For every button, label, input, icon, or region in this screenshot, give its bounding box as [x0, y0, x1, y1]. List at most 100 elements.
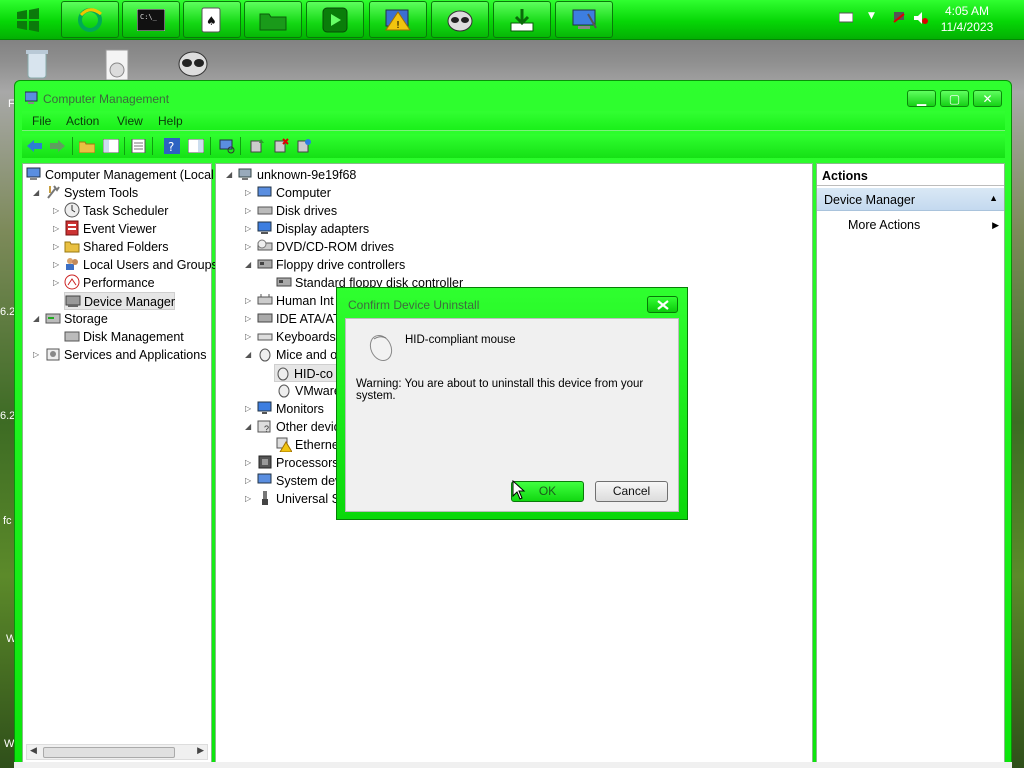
collapse-arrow-icon[interactable]: ◢: [245, 346, 253, 364]
menu-view[interactable]: View: [117, 114, 143, 128]
expand-arrow-icon[interactable]: ▷: [245, 238, 253, 256]
update-driver-button[interactable]: [248, 137, 266, 155]
tree-item-local-users[interactable]: Local Users and Groups: [64, 256, 218, 274]
device-host-node[interactable]: unknown-9e19f68: [238, 166, 356, 184]
actions-section-device-manager[interactable]: Device Manager ▲: [817, 188, 1004, 211]
tree-item-device-manager[interactable]: Device Manager: [64, 292, 175, 310]
back-button[interactable]: [26, 137, 44, 155]
up-folder-button[interactable]: [78, 137, 96, 155]
minimize-button[interactable]: ▁: [907, 90, 936, 107]
device-category-system-devices[interactable]: System dev: [257, 472, 341, 490]
device-category-keyboards[interactable]: Keyboards: [257, 328, 336, 346]
menu-file[interactable]: File: [32, 114, 51, 128]
tree-item-storage[interactable]: Storage: [45, 310, 108, 328]
expand-arrow-icon[interactable]: ▷: [53, 238, 61, 256]
expand-arrow-icon[interactable]: ▷: [245, 202, 253, 220]
device-category-other[interactable]: ? Other devic: [257, 418, 340, 436]
device-category-processors[interactable]: Processors: [257, 454, 339, 472]
tree-item-services-apps[interactable]: Services and Applications: [45, 346, 206, 364]
device-category-human-interface[interactable]: Human Int: [257, 292, 334, 310]
scroll-thumb[interactable]: [43, 747, 175, 758]
expand-arrow-icon[interactable]: ▷: [245, 310, 253, 328]
network-icon[interactable]: [892, 12, 906, 24]
device-category-dvd[interactable]: DVD/CD-ROM drives: [257, 238, 394, 256]
device-vmware-mouse[interactable]: VMware: [276, 382, 341, 400]
device-category-display-adapters[interactable]: Display adapters: [257, 220, 369, 238]
tree-item-task-scheduler[interactable]: Task Scheduler: [64, 202, 168, 220]
dialog-close-button[interactable]: [647, 296, 678, 313]
ie-icon: [78, 7, 102, 32]
collapse-arrow-icon[interactable]: ◢: [33, 310, 41, 328]
expand-arrow-icon[interactable]: ▷: [53, 220, 61, 238]
show-hide-action-pane-button[interactable]: [187, 137, 205, 155]
collapse-arrow-icon[interactable]: ◢: [245, 256, 253, 274]
enable-device-button[interactable]: [295, 137, 313, 155]
device-category-floppy-controllers[interactable]: Floppy drive controllers: [257, 256, 405, 274]
expand-arrow-icon[interactable]: ▷: [245, 454, 253, 472]
recycle-bin-icon[interactable]: [20, 48, 54, 82]
cd-file-icon[interactable]: [100, 48, 134, 82]
device-category-computer[interactable]: Computer: [257, 184, 331, 202]
tree-item-event-viewer[interactable]: Event Viewer: [64, 220, 156, 238]
device-category-mice[interactable]: Mice and o: [257, 346, 337, 364]
forward-button[interactable]: [48, 137, 66, 155]
taskbar-download-button[interactable]: [493, 1, 551, 38]
cancel-button[interactable]: Cancel: [595, 481, 668, 502]
device-ethernet[interactable]: Etherne: [276, 436, 339, 454]
taskbar-update-button[interactable]: !: [369, 1, 427, 38]
tree-item-computer-management[interactable]: Computer Management (Local: [26, 166, 214, 184]
expand-arrow-icon[interactable]: ▷: [53, 256, 61, 274]
expand-arrow-icon[interactable]: ▷: [53, 274, 61, 292]
device-hid-mouse[interactable]: HID-co: [274, 364, 344, 382]
collapse-up-icon[interactable]: ▲: [989, 193, 998, 203]
tree-item-system-tools[interactable]: System Tools: [45, 184, 138, 202]
maximize-button[interactable]: ▢: [940, 90, 969, 107]
device-category-disk-drives[interactable]: Disk drives: [257, 202, 337, 220]
taskbar-raccoon-button[interactable]: [431, 1, 489, 38]
tree-item-shared-folders[interactable]: Shared Folders: [64, 238, 168, 256]
menu-help[interactable]: Help: [158, 114, 183, 128]
expand-arrow-icon[interactable]: ▷: [245, 472, 253, 490]
taskbar-terminal-button[interactable]: C:\_: [122, 1, 180, 38]
scroll-left-icon[interactable]: ◀: [30, 746, 37, 756]
properties-button[interactable]: [130, 137, 148, 155]
expand-arrow-icon[interactable]: ▷: [245, 400, 253, 418]
taskbar-computer-mgmt-button[interactable]: [555, 1, 613, 38]
help-icon: ?: [164, 138, 180, 154]
scroll-right-icon[interactable]: ▶: [197, 746, 204, 756]
help-button[interactable]: ?: [163, 137, 181, 155]
scan-hardware-button[interactable]: [218, 137, 236, 155]
raccoon-desktop-icon[interactable]: [176, 46, 210, 80]
expand-arrow-icon[interactable]: ▷: [53, 202, 61, 220]
show-hide-tree-button[interactable]: [102, 137, 120, 155]
tray-expand-icon[interactable]: ▼: [868, 11, 875, 21]
expand-arrow-icon[interactable]: ▷: [245, 184, 253, 202]
expand-arrow-icon[interactable]: ▷: [33, 346, 41, 364]
clock[interactable]: 4:05 AM 11/4/2023: [932, 3, 1002, 35]
taskbar-explorer-button[interactable]: [244, 1, 302, 38]
computer-mgmt-icon: [572, 9, 597, 29]
collapse-arrow-icon[interactable]: ◢: [33, 184, 41, 202]
uninstall-button[interactable]: [272, 137, 290, 155]
menu-action[interactable]: Action: [66, 114, 99, 128]
volume-muted-icon[interactable]: [914, 12, 928, 24]
expand-arrow-icon[interactable]: ▷: [245, 292, 253, 310]
device-category-usb[interactable]: Universal S: [257, 490, 340, 508]
start-button[interactable]: [2, 2, 54, 38]
keyboard-icon[interactable]: [839, 12, 853, 24]
more-actions-item[interactable]: More Actions ▶: [848, 216, 1003, 234]
taskbar-ie-button[interactable]: [61, 1, 119, 38]
collapse-arrow-icon[interactable]: ◢: [245, 418, 253, 436]
horizontal-scrollbar[interactable]: ◀ ▶: [26, 744, 208, 760]
device-category-ide[interactable]: IDE ATA/AT: [257, 310, 341, 328]
expand-arrow-icon[interactable]: ▷: [245, 490, 253, 508]
tree-item-disk-management[interactable]: Disk Management: [64, 328, 184, 346]
close-button[interactable]: ✕: [973, 90, 1002, 107]
device-category-monitors[interactable]: Monitors: [257, 400, 324, 418]
expand-arrow-icon[interactable]: ▷: [245, 220, 253, 238]
expand-arrow-icon[interactable]: ▷: [245, 328, 253, 346]
collapse-arrow-icon[interactable]: ◢: [226, 166, 234, 184]
taskbar-solitaire-button[interactable]: ♠: [183, 1, 241, 38]
tree-item-performance[interactable]: Performance: [64, 274, 155, 292]
taskbar-media-button[interactable]: [306, 1, 364, 38]
